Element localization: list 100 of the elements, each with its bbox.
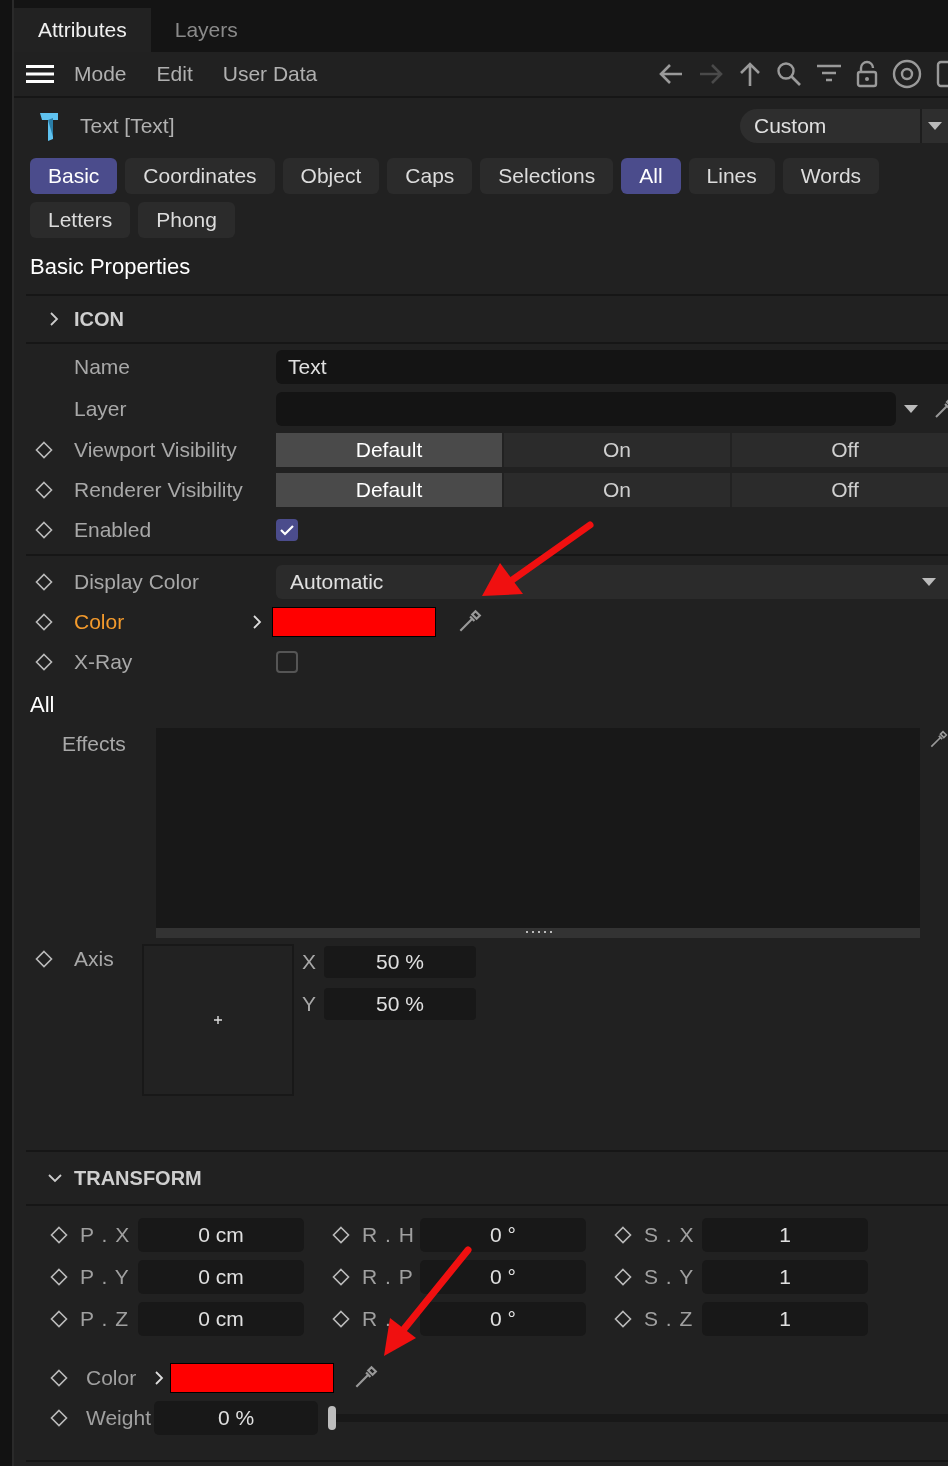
display-color-dropdown[interactable]: Automatic: [276, 565, 948, 599]
menu-item[interactable]: User Data: [222, 62, 318, 86]
chevron-icon[interactable]: [48, 312, 60, 326]
number-field[interactable]: 0 %: [154, 1401, 318, 1435]
page-tab[interactable]: Words: [782, 158, 880, 194]
up-arrow-icon[interactable]: [738, 61, 762, 87]
property-label: Weight: [85, 1406, 152, 1430]
keyframe-icon[interactable]: [50, 1226, 68, 1244]
number-field[interactable]: 0 °: [420, 1260, 586, 1294]
keyframe-icon[interactable]: [50, 1369, 68, 1387]
keyframe-icon[interactable]: [50, 1409, 68, 1427]
page-tab[interactable]: All: [621, 158, 681, 194]
number-field[interactable]: 50 %: [324, 988, 476, 1020]
property-label: Axis: [73, 946, 115, 972]
page-tab[interactable]: Selections: [480, 158, 614, 194]
menu-item[interactable]: Mode: [74, 62, 127, 86]
number-field[interactable]: 0 cm: [138, 1260, 304, 1294]
color-swatch[interactable]: [170, 1363, 334, 1393]
property-label: Color: [73, 610, 126, 634]
caret-icon[interactable]: [904, 405, 918, 413]
keyframe-icon[interactable]: [35, 653, 53, 671]
segment-option[interactable]: On: [504, 473, 732, 507]
page-tab[interactable]: Letters: [30, 202, 131, 238]
property-label: R . P: [361, 1265, 415, 1289]
page-tab[interactable]: Caps: [387, 158, 473, 194]
color-swatch[interactable]: [272, 607, 436, 637]
chevron-icon[interactable]: [48, 1172, 62, 1184]
segment-option[interactable]: Off: [732, 473, 948, 507]
group-title[interactable]: ICON: [74, 307, 124, 331]
plus-icon: [213, 1015, 223, 1025]
panel-icon[interactable]: [936, 60, 948, 88]
keyframe-icon[interactable]: [614, 1310, 632, 1328]
preset-dropdown[interactable]: Custom: [740, 109, 948, 143]
property-label: Name: [73, 355, 132, 379]
object-title: Text [Text]: [80, 114, 175, 138]
property-label: Renderer Visibility: [73, 478, 244, 502]
checkbox[interactable]: [276, 651, 298, 673]
keyframe-icon[interactable]: [614, 1268, 632, 1286]
property-label: Effects: [62, 731, 127, 757]
checkbox[interactable]: [276, 519, 298, 541]
number-field[interactable]: 1: [702, 1302, 868, 1336]
chevron-icon[interactable]: [252, 614, 262, 630]
property-label: R .: [361, 1307, 393, 1331]
number-field[interactable]: 0 °: [420, 1302, 586, 1336]
resize-handle-icon[interactable]: [526, 931, 554, 935]
page-tab[interactable]: Lines: [688, 158, 775, 194]
number-field[interactable]: 0 cm: [138, 1218, 304, 1252]
section-title: All: [29, 691, 56, 719]
page-tab[interactable]: Coordinates: [125, 158, 275, 194]
property-label: Enabled: [73, 518, 153, 542]
back-arrow-icon[interactable]: [658, 62, 684, 86]
segment-option[interactable]: On: [504, 433, 732, 467]
caret-icon: [922, 578, 936, 586]
keyframe-icon[interactable]: [614, 1226, 632, 1244]
keyframe-icon[interactable]: [50, 1268, 68, 1286]
property-label: P . X: [79, 1223, 132, 1247]
segment-option[interactable]: Off: [732, 433, 948, 467]
number-field[interactable]: 0 °: [420, 1218, 586, 1252]
page-tab[interactable]: Phong: [138, 202, 235, 238]
property-label: P . Z: [79, 1307, 130, 1331]
lock-icon[interactable]: [856, 60, 878, 88]
page-tab[interactable]: Object: [282, 158, 380, 194]
axis-label: X: [301, 950, 317, 974]
keyframe-icon[interactable]: [35, 521, 53, 539]
number-field[interactable]: 50 %: [324, 946, 476, 978]
property-label: Layer: [73, 397, 128, 421]
menu-item[interactable]: Edit: [156, 62, 193, 86]
axis-label: Y: [301, 992, 317, 1016]
number-field[interactable]: 1: [702, 1218, 868, 1252]
menu-icon[interactable]: [26, 64, 54, 84]
slider-thumb[interactable]: [328, 1406, 336, 1430]
caret-icon: [928, 122, 942, 130]
number-field[interactable]: 1: [702, 1260, 868, 1294]
keyframe-icon[interactable]: [332, 1268, 350, 1286]
segment-option[interactable]: Default: [276, 433, 504, 467]
keyframe-icon[interactable]: [35, 613, 53, 631]
panel-tab[interactable]: Layers: [150, 8, 262, 52]
property-label: R . H: [361, 1223, 416, 1247]
search-icon[interactable]: [776, 61, 802, 87]
keyframe-icon[interactable]: [35, 441, 53, 459]
property-label: Viewport Visibility: [73, 438, 238, 462]
target-icon[interactable]: [892, 59, 922, 89]
keyframe-icon[interactable]: [35, 950, 53, 968]
property-label: P . Y: [79, 1265, 131, 1289]
property-label: X-Ray: [73, 650, 134, 674]
property-label: S . Z: [643, 1307, 695, 1331]
keyframe-icon[interactable]: [35, 573, 53, 591]
group-title[interactable]: TRANSFORM: [74, 1166, 202, 1190]
property-label: S . X: [643, 1223, 696, 1247]
page-tab[interactable]: Basic: [30, 158, 118, 194]
panel-tab[interactable]: Attributes: [14, 8, 151, 52]
keyframe-icon[interactable]: [332, 1226, 350, 1244]
number-field[interactable]: 0 cm: [138, 1302, 304, 1336]
keyframe-icon[interactable]: [50, 1310, 68, 1328]
keyframe-icon[interactable]: [332, 1310, 350, 1328]
chevron-icon[interactable]: [154, 1370, 164, 1386]
keyframe-icon[interactable]: [35, 481, 53, 499]
property-label: S . Y: [643, 1265, 696, 1289]
name-field[interactable]: Text: [276, 350, 948, 384]
segment-option[interactable]: Default: [276, 473, 504, 507]
